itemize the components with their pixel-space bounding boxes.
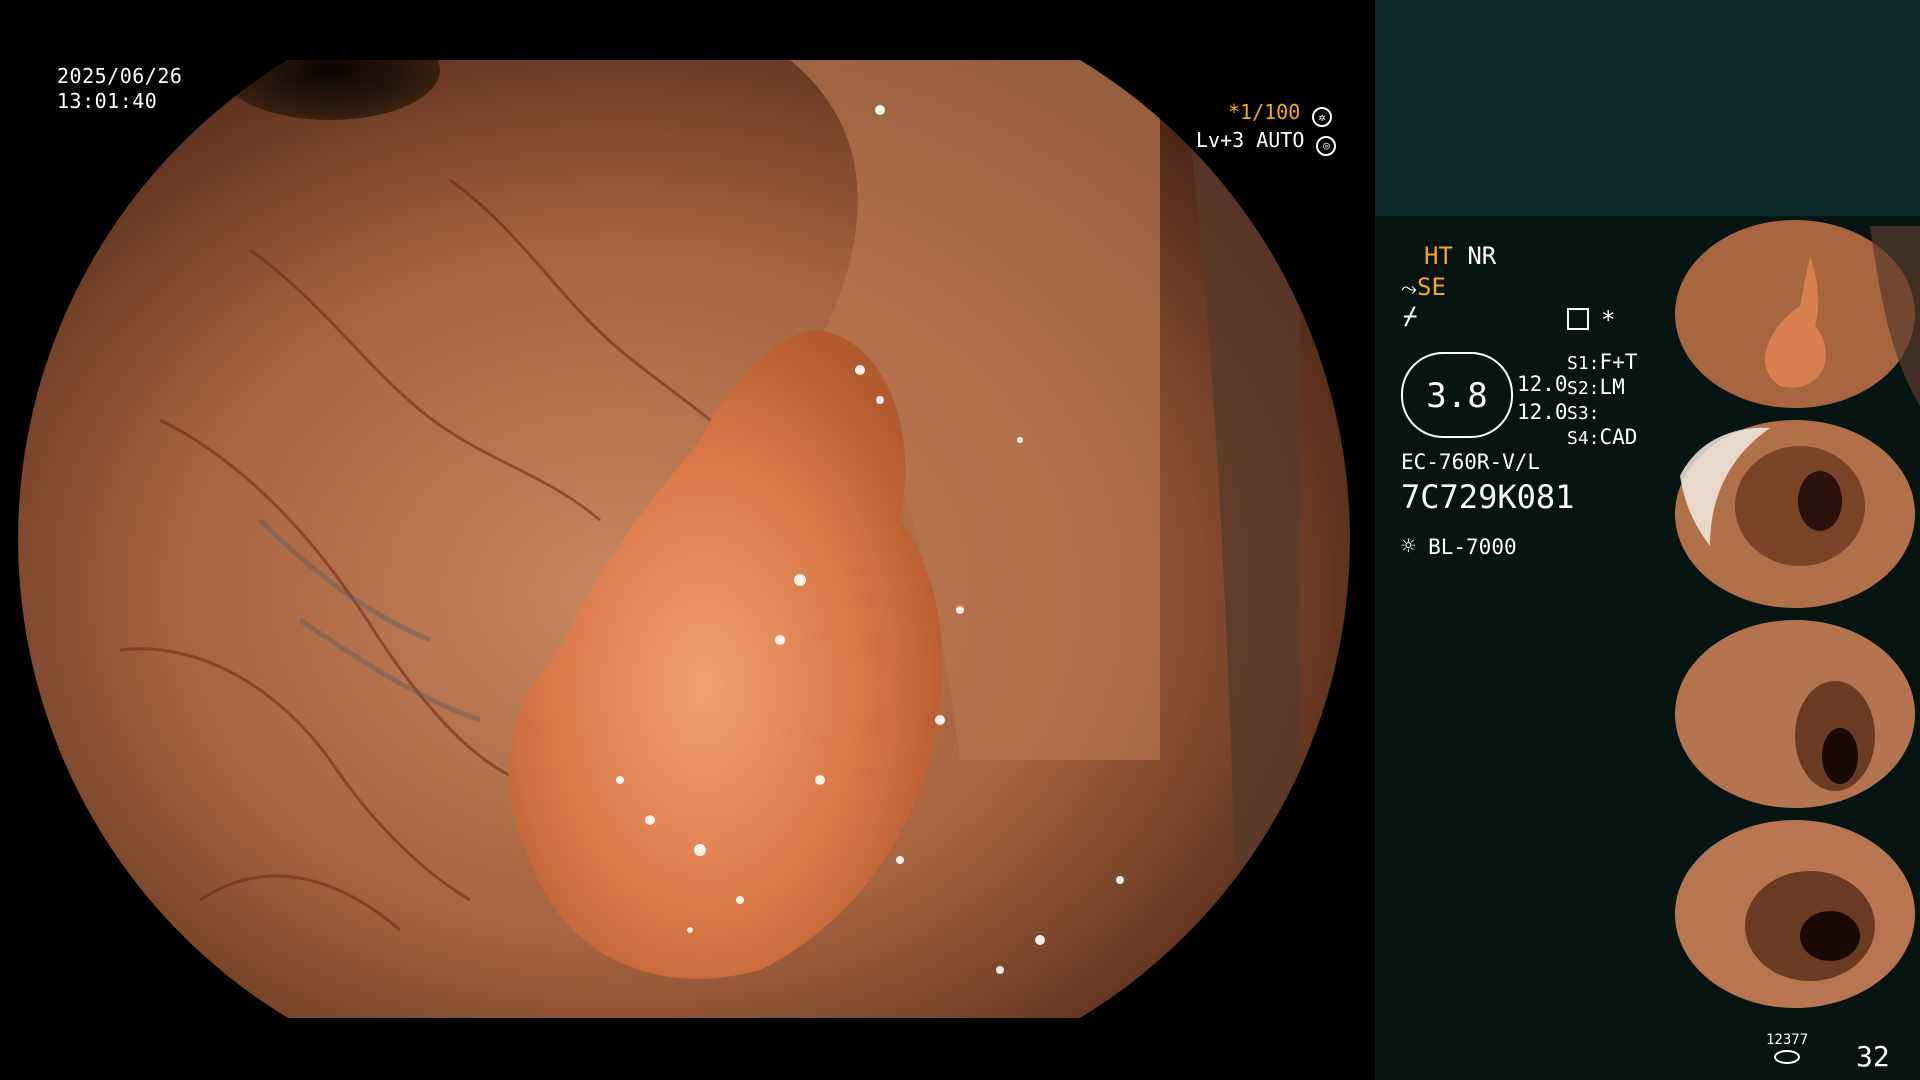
switch-s3: S3: [1567,403,1600,424]
shutter-indicator: *1/100 ✲ [1228,100,1333,127]
exam-date: 2025/06/26 [57,64,183,88]
exam-time: 13:01:40 [57,89,158,113]
switch-list: S1:F+T S2:LM S3: S4:CAD [1567,350,1637,450]
shutter-speed: *1/100 [1228,100,1301,124]
scope-serial: 7C729K081 [1401,478,1575,516]
settings-info-panel: HT NR ⤳SE ⌿ * 3.8 12.0 12.0 S1:F+T S2:LM… [1375,216,1670,1080]
thumbnail-2[interactable] [1670,416,1920,612]
thumbnail-image [1675,420,1915,608]
thumbnail-4[interactable] [1670,816,1920,1012]
thumbnail-image [1675,820,1915,1008]
storage-icon [1774,1050,1800,1064]
switch-s2: S2:LM [1567,375,1625,399]
switch-s4: S4:CAD [1567,425,1638,449]
aperture-icon: ✲ [1312,107,1333,127]
se-row: ⤳SE [1401,273,1446,301]
enhancement-ht: HT [1424,242,1453,270]
thumbnail-image [1675,620,1915,808]
image-count: 32 [1856,1040,1890,1073]
light-source-row: ☼ BL-7000 [1401,532,1517,560]
capture-star: * [1601,306,1616,334]
side-value-1: 12.0 [1517,372,1568,396]
thumbnail-1[interactable] [1670,216,1920,412]
top-right-panel [1375,0,1920,216]
scope-connector-icon: ⤳ [1401,276,1417,300]
zoom-dial: 3.8 [1401,352,1513,438]
zoom-value: 3.8 [1426,376,1488,416]
thumbnail-image [1675,220,1920,408]
memo-icon [1567,308,1589,330]
storage-count: 12377 [1766,1032,1809,1048]
noise-reduction: NR [1467,242,1497,270]
light-source-icon: ☼ [1401,532,1416,560]
brightness-indicator: Lv+3 AUTO ◎ [1196,128,1337,156]
endoscope-main-view: 2025/06/26 13:01:40 *1/100 ✲ Lv+3 AUTO ◎ [0,0,1375,1080]
brightness-level: Lv+3 [1196,128,1245,152]
freeze-icon: ⌿ [1403,302,1418,330]
thumbnail-column: 12377 32 [1670,216,1920,1080]
auto-iris-icon: ◎ [1316,136,1337,156]
side-value-2: 12.0 [1517,400,1568,424]
endoscopic-image [18,60,1350,1018]
thumbnail-3[interactable] [1670,616,1920,812]
scope-model: EC-760R-V/L [1401,450,1541,474]
light-source-model: BL-7000 [1428,535,1517,559]
enhancement-row: HT NR [1424,242,1496,270]
switch-s1: S1:F+T [1567,350,1638,374]
iris-mode: AUTO [1256,128,1305,152]
structure-enhancement: SE [1417,273,1446,301]
